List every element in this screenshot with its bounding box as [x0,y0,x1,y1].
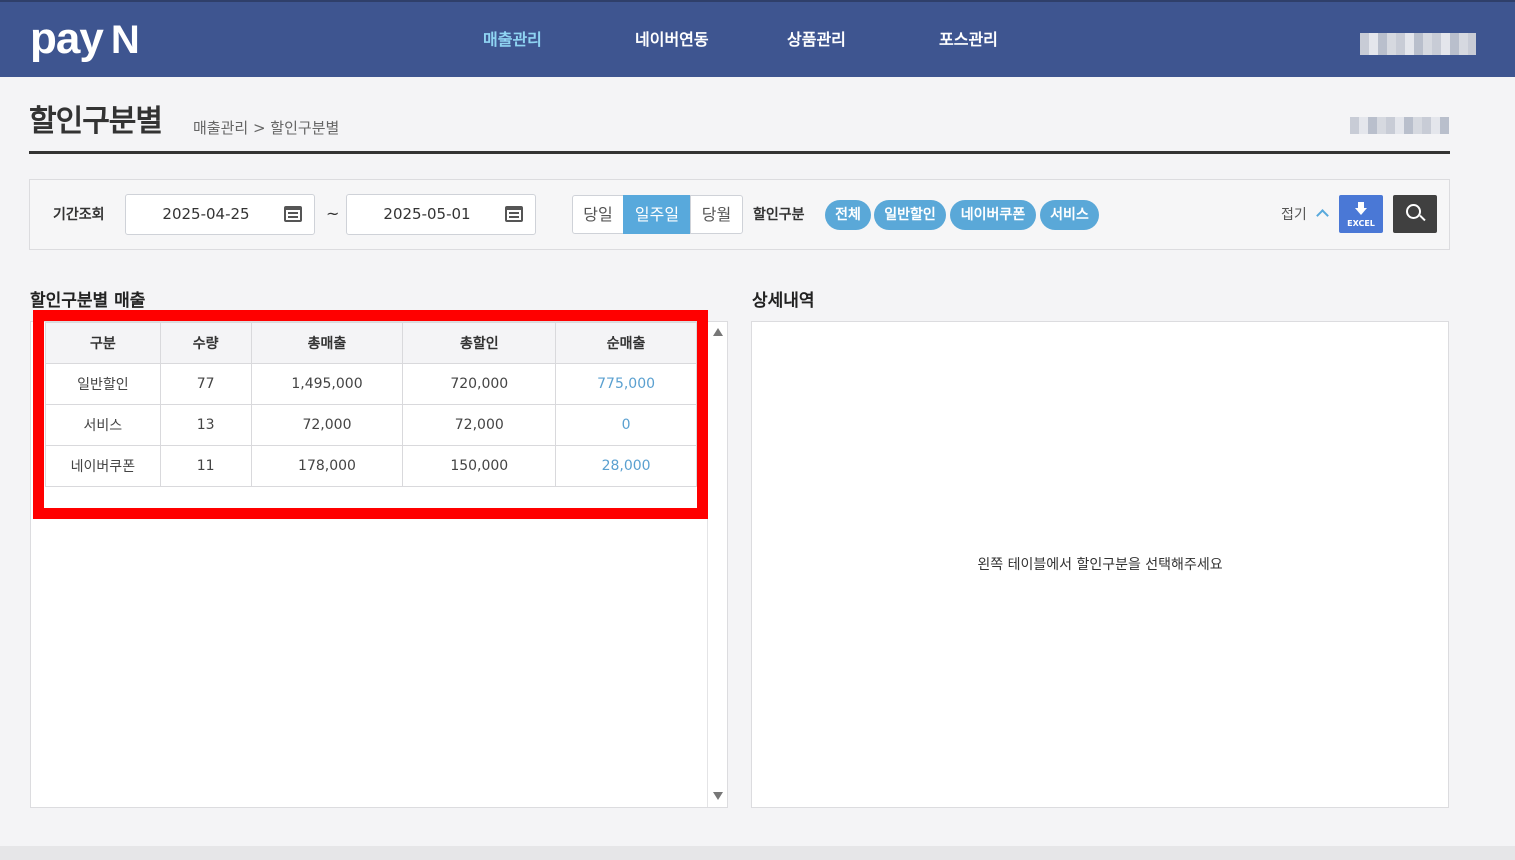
nav-item-products[interactable]: 상품관리 [787,30,846,50]
detail-panel: 왼쪽 테이블에서 할인구분을 선택해주세요 [751,321,1449,808]
end-date-value: 2025-05-01 [383,205,471,223]
user-account-redacted[interactable] [1360,33,1476,55]
excel-download-button[interactable]: EXCEL [1339,195,1383,233]
breadcrumb: 매출관리 > 할인구분별 [193,119,340,137]
logo[interactable]: pay N [30,14,140,65]
nav-item-sales[interactable]: 매출관리 [483,30,542,50]
calendar-icon[interactable] [505,206,523,222]
store-info-redacted [1350,117,1449,134]
nav-item-pos[interactable]: 포스관리 [939,30,998,50]
range-month-button[interactable]: 당월 [690,195,743,234]
discount-naver-coupon-chip[interactable]: 네이버쿠폰 [950,200,1036,230]
top-navigation: pay N 매출관리 네이버연동 상품관리 포스관리 [0,0,1515,77]
scroll-up-arrow-icon[interactable] [713,328,723,336]
search-icon [1406,204,1421,219]
discount-all-chip[interactable]: 전체 [825,200,871,230]
search-button[interactable] [1393,195,1437,233]
fold-toggle[interactable]: 접기 [1281,205,1307,225]
vertical-scrollbar[interactable] [707,322,727,807]
discount-type-label: 할인구분 [753,207,805,223]
download-icon [1355,202,1367,216]
calendar-icon[interactable] [284,206,302,222]
start-date-value: 2025-04-25 [162,205,250,223]
filter-bar: 기간조회 2025-04-25 ~ 2025-05-01 당일 일주일 당월 할… [29,179,1450,250]
scroll-down-arrow-icon[interactable] [713,792,723,800]
discount-service-chip[interactable]: 서비스 [1040,200,1099,230]
period-label: 기간조회 [53,207,105,223]
sales-by-discount-title: 할인구분별 매출 [30,291,146,311]
range-today-button[interactable]: 당일 [572,195,624,234]
nav-item-naver[interactable]: 네이버연동 [635,30,709,50]
start-date-input[interactable]: 2025-04-25 [125,194,315,235]
excel-label: EXCEL [1347,219,1375,228]
title-divider [29,151,1450,154]
discount-general-chip[interactable]: 일반할인 [874,200,946,230]
range-week-button[interactable]: 일주일 [623,195,691,234]
page-footer-strip [0,846,1515,860]
end-date-input[interactable]: 2025-05-01 [346,194,536,235]
chevron-up-icon[interactable] [1316,209,1329,222]
highlight-annotation-box [33,310,708,519]
page-title: 할인구분별 [29,104,163,139]
detail-title: 상세내역 [752,291,815,311]
date-separator: ~ [326,204,340,223]
empty-state-message: 왼쪽 테이블에서 할인구분을 선택해주세요 [977,557,1223,573]
